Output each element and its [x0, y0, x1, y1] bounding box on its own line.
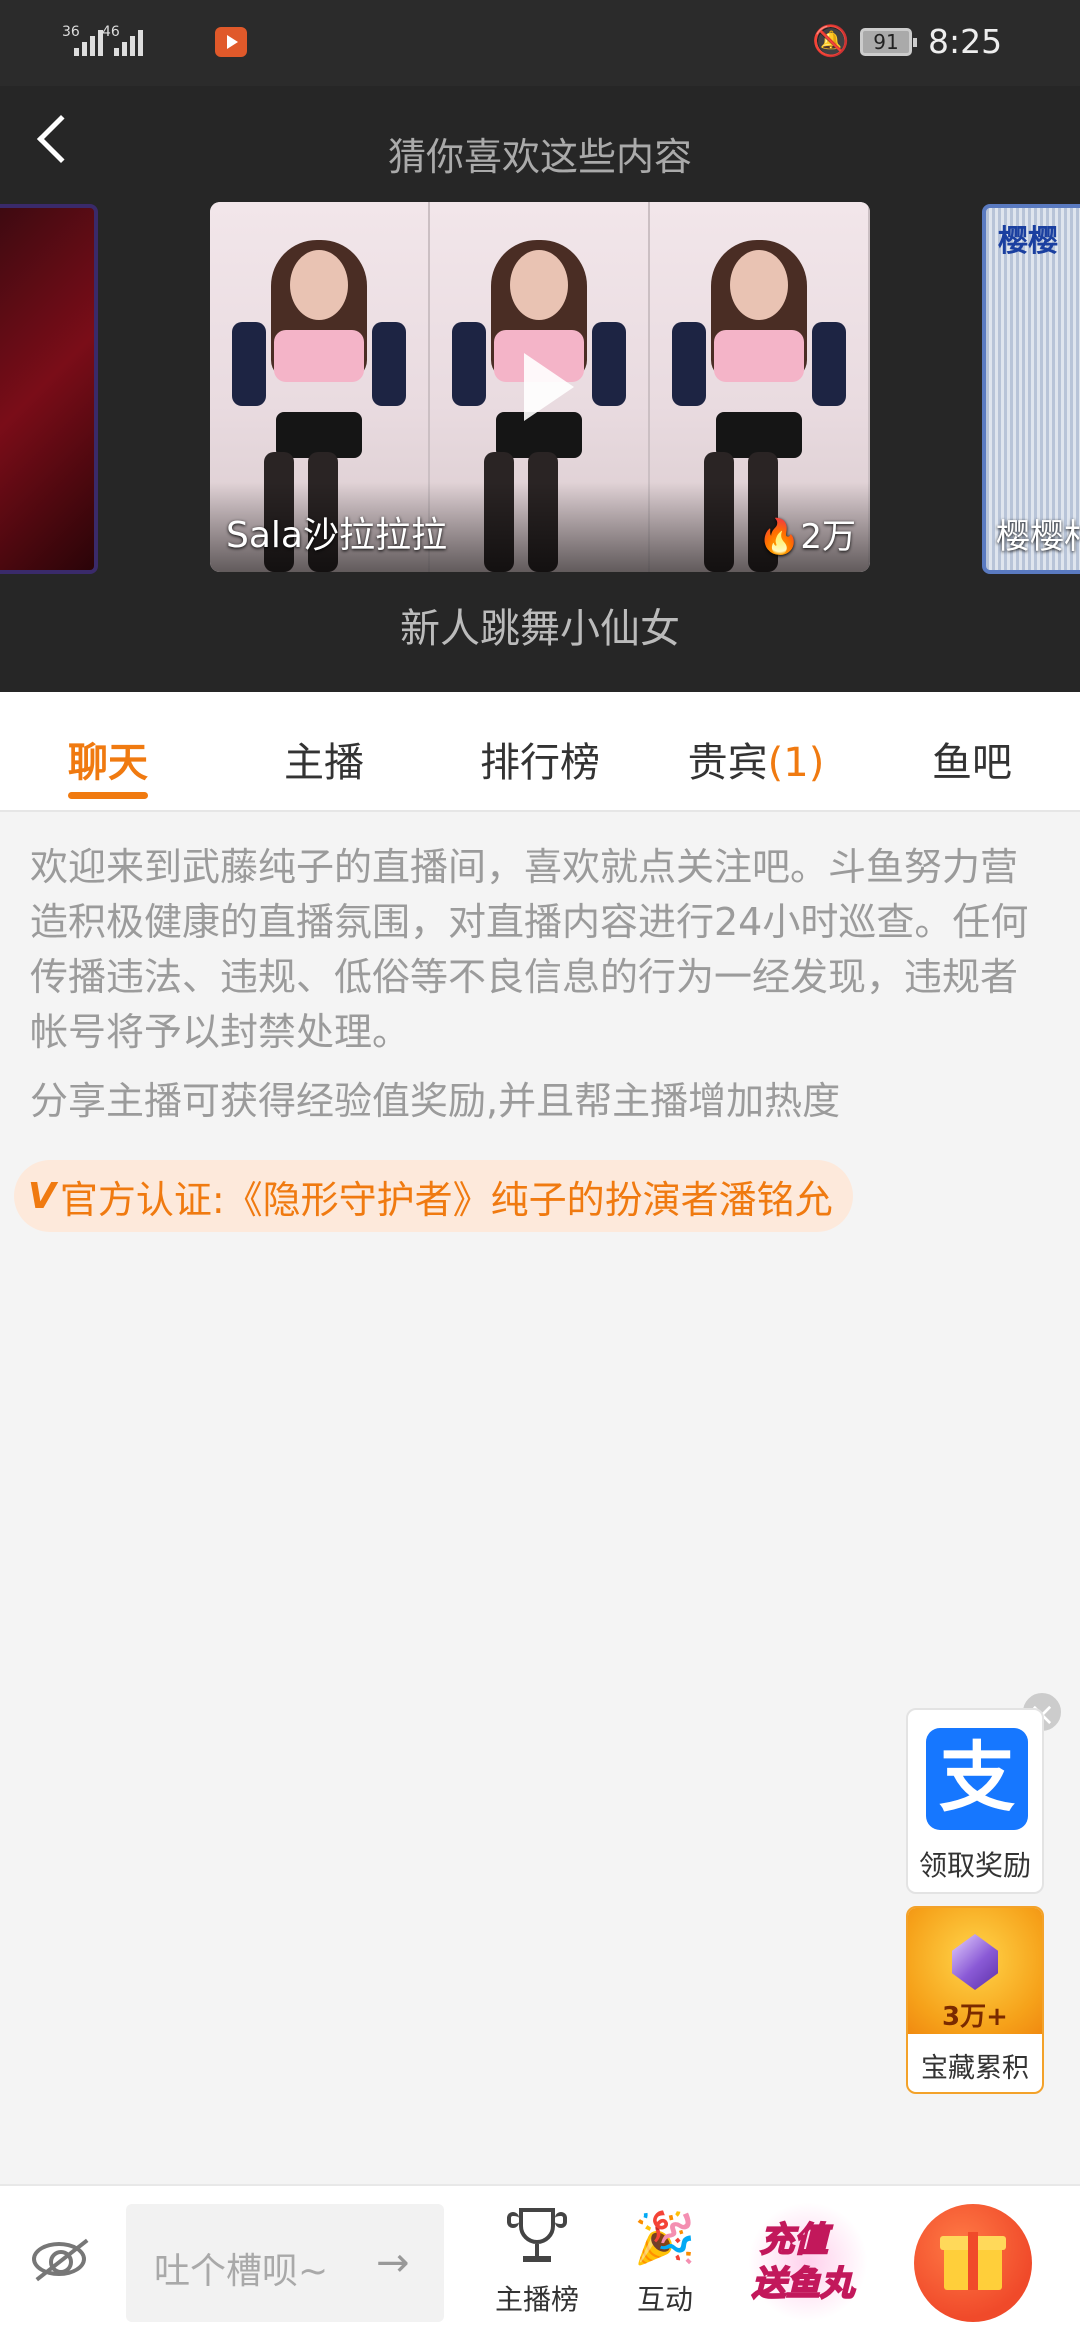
tab-ranking[interactable]: 排行榜 [432, 730, 648, 788]
bell-muted-icon: 🔕 [812, 24, 850, 59]
card-subtitle: 新人跳舞小仙女 [400, 606, 680, 652]
trophy-icon [482, 2198, 592, 2278]
recommend-card-main[interactable]: Sala沙拉拉拉 🔥2万 [210, 202, 870, 572]
verified-icon: V [28, 1175, 56, 1217]
chat-area: 欢迎来到武藤纯子的直播间，喜欢就点关注吧。斗鱼努力营造积极健康的直播氛围，对直播… [30, 840, 1050, 1129]
official-badge-text: 官方认证:《隐形守护者》纯子的扮演者潘铭允 [59, 1177, 833, 1222]
party-popper-icon: 🎉 [633, 2209, 697, 2267]
next-card-name: 樱樱村 [996, 517, 1080, 557]
signal-bars-2-icon [114, 30, 143, 56]
recharge-text-2: 送鱼丸 [751, 2263, 855, 2305]
status-bar: 36 46 🔕 91 8:25 [0, 0, 1080, 86]
hide-danmu-icon[interactable] [32, 2242, 86, 2276]
tab-vip[interactable]: 贵宾(1) [648, 730, 864, 788]
recharge-button[interactable]: 充值 送鱼丸 [748, 2202, 868, 2322]
tab-anchor[interactable]: 主播 [216, 730, 432, 788]
treasure-label: 宝藏累积中 [921, 2053, 1029, 2084]
card-heat: 🔥2万 [758, 517, 856, 557]
card-streamer-name: Sala沙拉拉拉 [226, 515, 447, 556]
interact-button[interactable]: 🎉 互动 [610, 2198, 720, 2318]
play-icon[interactable] [524, 353, 574, 421]
recommend-title: 猜你喜欢这些内容 [387, 135, 692, 179]
clock: 8:25 [928, 22, 1003, 61]
treasure-widget[interactable]: 3万+ 宝藏累积中 [906, 1906, 1044, 2094]
chat-input[interactable]: 吐个槽呗~ → [126, 2204, 444, 2322]
recommend-panel: 猜你喜欢这些内容 Sala沙拉拉拉 🔥2万 樱樱 樱樱村 新人跳舞小仙女 [0, 86, 1080, 692]
alipay-reward-widget[interactable]: 支 领取奖励 [906, 1708, 1044, 1894]
recommend-card-prev[interactable] [0, 204, 98, 574]
official-badge: V 官方认证:《隐形守护者》纯子的扮演者潘铭允 [14, 1160, 853, 1232]
battery-icon: 91 [860, 28, 917, 56]
welcome-message: 欢迎来到武藤纯子的直播间，喜欢就点关注吧。斗鱼努力营造积极健康的直播氛围，对直播… [30, 845, 1029, 1054]
tab-fish-bar[interactable]: 鱼吧 [864, 730, 1080, 788]
chat-input-placeholder: 吐个槽呗~ [154, 2251, 329, 2292]
send-arrow-icon[interactable]: → [376, 2240, 410, 2286]
alipay-reward-label: 领取奖励 [918, 1849, 1031, 1882]
recharge-text-1: 充值 [759, 2219, 829, 2261]
room-tabs: 聊天 主播 排行榜 贵宾(1) 鱼吧 [0, 692, 1080, 812]
recommend-card-next[interactable]: 樱樱 樱樱村 [982, 204, 1080, 574]
anchor-rank-button[interactable]: 主播榜 [482, 2198, 592, 2318]
next-card-logo: 樱樱 [998, 224, 1058, 259]
interact-label: 互动 [636, 2283, 693, 2316]
bottom-bar: 吐个槽呗~ → 主播榜 🎉 互动 充值 送鱼丸 [0, 2184, 1080, 2340]
tab-chat[interactable]: 聊天 [0, 730, 216, 788]
gem-icon [952, 1934, 998, 1990]
signal-bars-1-icon [74, 30, 103, 56]
tab-active-indicator [68, 792, 148, 799]
alipay-icon: 支 [926, 1728, 1028, 1830]
gift-button[interactable] [914, 2204, 1032, 2322]
vip-count: (1) [767, 740, 825, 786]
share-tip: 分享主播可获得经验值奖励,并且帮主播增加热度 [30, 1079, 841, 1123]
anchor-rank-label: 主播榜 [494, 2283, 579, 2316]
flame-icon: 🔥 [758, 517, 801, 557]
treasure-amount: 3万+ [942, 2002, 1008, 2032]
app-notification-icon [215, 27, 247, 57]
